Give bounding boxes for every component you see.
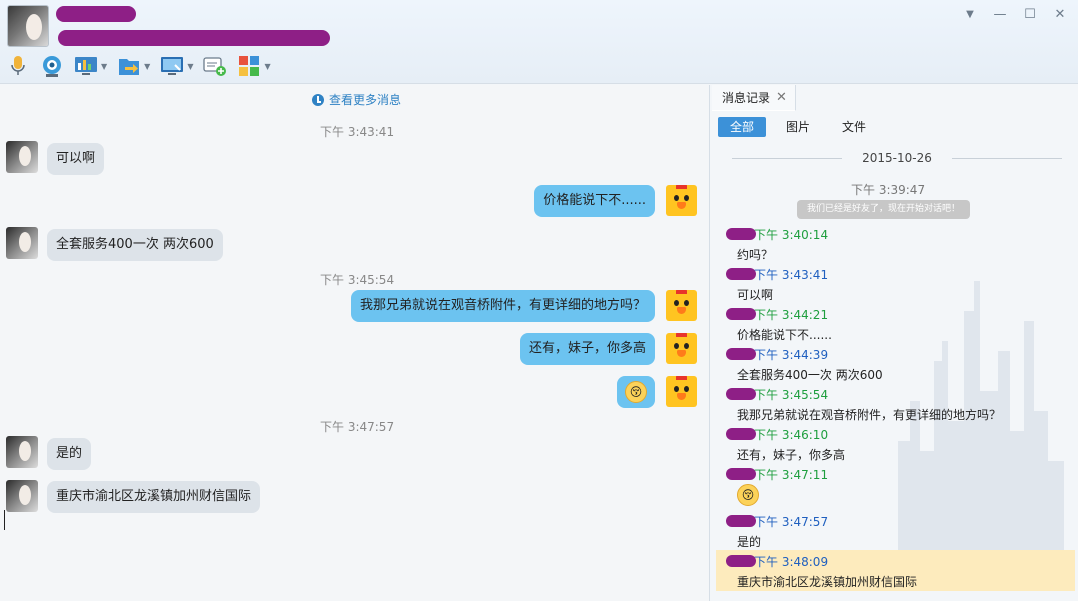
- window-header: ▼ — ☐ ✕ ▼ ▼ ▼ ▼: [0, 0, 1078, 84]
- minimize-button[interactable]: —: [990, 6, 1010, 24]
- remote-desktop-button[interactable]: ▼: [160, 55, 193, 77]
- history-entry-time: 下午 3:45:54: [754, 388, 829, 402]
- microphone-icon: [6, 55, 30, 77]
- clock-icon: [312, 93, 324, 106]
- message-timestamp: 下午 3:45:54: [320, 273, 395, 287]
- history-entry-time: 下午 3:43:41: [754, 268, 829, 282]
- history-date: 2015-10-26: [732, 151, 1062, 165]
- self-avatar[interactable]: [666, 333, 697, 364]
- history-entry-text: 可以啊: [737, 288, 774, 302]
- contact-avatar[interactable]: [6, 227, 38, 259]
- history-entry-text: 😚: [737, 484, 759, 506]
- screen-share-icon: [74, 55, 98, 77]
- file-transfer-button[interactable]: ▼: [117, 55, 150, 77]
- history-entry-time: 下午 3:47:57: [754, 515, 829, 529]
- history-filter-tabs: 全部 图片 文件: [718, 117, 886, 137]
- kiss-emoji-icon: 😚: [737, 484, 759, 506]
- chevron-down-icon[interactable]: ▼: [101, 62, 107, 71]
- create-discussion-icon: [203, 55, 227, 77]
- redacted-contact-signature: [58, 30, 330, 46]
- redacted-sender-name: [726, 515, 756, 527]
- toolbar: ▼ ▼ ▼ ▼: [6, 52, 281, 80]
- contact-avatar[interactable]: [7, 5, 49, 47]
- chevron-down-icon[interactable]: ▼: [187, 62, 193, 71]
- contact-avatar[interactable]: [6, 436, 38, 468]
- system-timestamp: 下午 3:39:47: [851, 183, 926, 197]
- filter-images-button[interactable]: 图片: [774, 117, 822, 137]
- redacted-contact-name: [56, 6, 136, 22]
- chat-area[interactable]: 查看更多消息 下午 3:43:41 可以啊 价格能说下不...... 全套服务4…: [0, 85, 710, 601]
- outgoing-message: 价格能说下不......: [534, 185, 655, 217]
- history-entry-text: 还有，妹子，你多高: [737, 448, 846, 462]
- screen-share-button[interactable]: ▼: [74, 55, 107, 77]
- voice-call-button[interactable]: [6, 55, 30, 77]
- outgoing-message: 我那兄弟就说在观音桥附件，有更详细的地方吗？: [350, 290, 655, 322]
- message-timestamp: 下午 3:47:57: [320, 420, 395, 434]
- redacted-sender-name: [726, 388, 756, 400]
- system-notice: 我们已经是好友了，现在开始对话吧！: [797, 200, 971, 219]
- contact-avatar[interactable]: [6, 480, 38, 512]
- video-camera-icon: [40, 55, 64, 77]
- redacted-sender-name: [726, 468, 756, 480]
- redacted-sender-name: [726, 555, 756, 567]
- history-entry-time: 下午 3:44:21: [754, 308, 829, 322]
- redacted-sender-name: [726, 348, 756, 360]
- incoming-message: 是的: [47, 438, 92, 470]
- redacted-sender-name: [726, 228, 756, 240]
- text-cursor: [4, 510, 5, 530]
- apps-icon: [237, 55, 261, 77]
- history-entry-time: 下午 3:48:09: [754, 555, 829, 569]
- history-entry-time: 下午 3:47:11: [754, 468, 829, 482]
- view-more-messages-link[interactable]: 查看更多消息: [312, 91, 401, 108]
- close-icon[interactable]: ✕: [776, 85, 787, 111]
- kiss-emoji-icon: 😚: [625, 381, 647, 403]
- tab-message-history[interactable]: 消息记录 ✕: [712, 85, 796, 111]
- window-menu-dropdown-icon[interactable]: ▼: [960, 6, 980, 24]
- history-entry-text: 重庆市渝北区龙溪镇加州财信国际: [737, 575, 918, 589]
- outgoing-message: 还有，妹子，你多高: [519, 333, 655, 365]
- chat-window: ▼ — ☐ ✕ ▼ ▼ ▼ ▼ 查看更多消息 下午 3:43:41 可以啊 价格…: [0, 0, 1078, 601]
- history-entry-time: 下午 3:44:39: [754, 348, 829, 362]
- history-entry-text: 是的: [737, 535, 762, 549]
- city-skyline-background: [898, 281, 1064, 561]
- incoming-message: 重庆市渝北区龙溪镇加州财信国际: [47, 481, 261, 513]
- view-more-label: 查看更多消息: [329, 93, 402, 107]
- chevron-down-icon[interactable]: ▼: [264, 62, 270, 71]
- file-transfer-icon: [117, 55, 141, 77]
- history-entry-text: 我那兄弟就说在观音桥附件，有更详细的地方吗？: [737, 408, 1002, 422]
- message-history-panel: 消息记录 ✕ 全部 图片 文件 2015-10-26 下午 3:39:47 我们…: [712, 85, 1078, 601]
- self-avatar[interactable]: [666, 376, 697, 407]
- close-button[interactable]: ✕: [1050, 6, 1070, 24]
- apps-button[interactable]: ▼: [237, 55, 271, 77]
- history-entry-text: 全套服务400一次 两次600: [737, 368, 883, 382]
- self-avatar[interactable]: [666, 185, 697, 216]
- create-discussion-button[interactable]: [203, 55, 227, 77]
- redacted-sender-name: [726, 308, 756, 320]
- redacted-sender-name: [726, 428, 756, 440]
- history-entry-time: 下午 3:46:10: [754, 428, 829, 442]
- contact-avatar[interactable]: [6, 141, 38, 173]
- video-call-button[interactable]: [40, 55, 64, 77]
- filter-all-button[interactable]: 全部: [718, 117, 767, 137]
- message-timestamp: 下午 3:43:41: [320, 125, 395, 139]
- incoming-message: 全套服务400一次 两次600: [47, 229, 223, 261]
- outgoing-emoji-message: 😚: [617, 376, 655, 408]
- self-avatar[interactable]: [666, 290, 697, 321]
- maximize-button[interactable]: ☐: [1020, 6, 1040, 24]
- chevron-down-icon[interactable]: ▼: [144, 62, 150, 71]
- incoming-message: 可以啊: [47, 143, 105, 175]
- tab-message-history-label: 消息记录: [722, 91, 771, 105]
- remote-desktop-icon: [160, 55, 184, 77]
- history-entry-time: 下午 3:40:14: [754, 228, 829, 242]
- redacted-sender-name: [726, 268, 756, 280]
- filter-files-button[interactable]: 文件: [830, 117, 878, 137]
- history-entry-text: 价格能说下不......: [737, 328, 832, 342]
- history-entry-text: 约吗？: [737, 248, 774, 262]
